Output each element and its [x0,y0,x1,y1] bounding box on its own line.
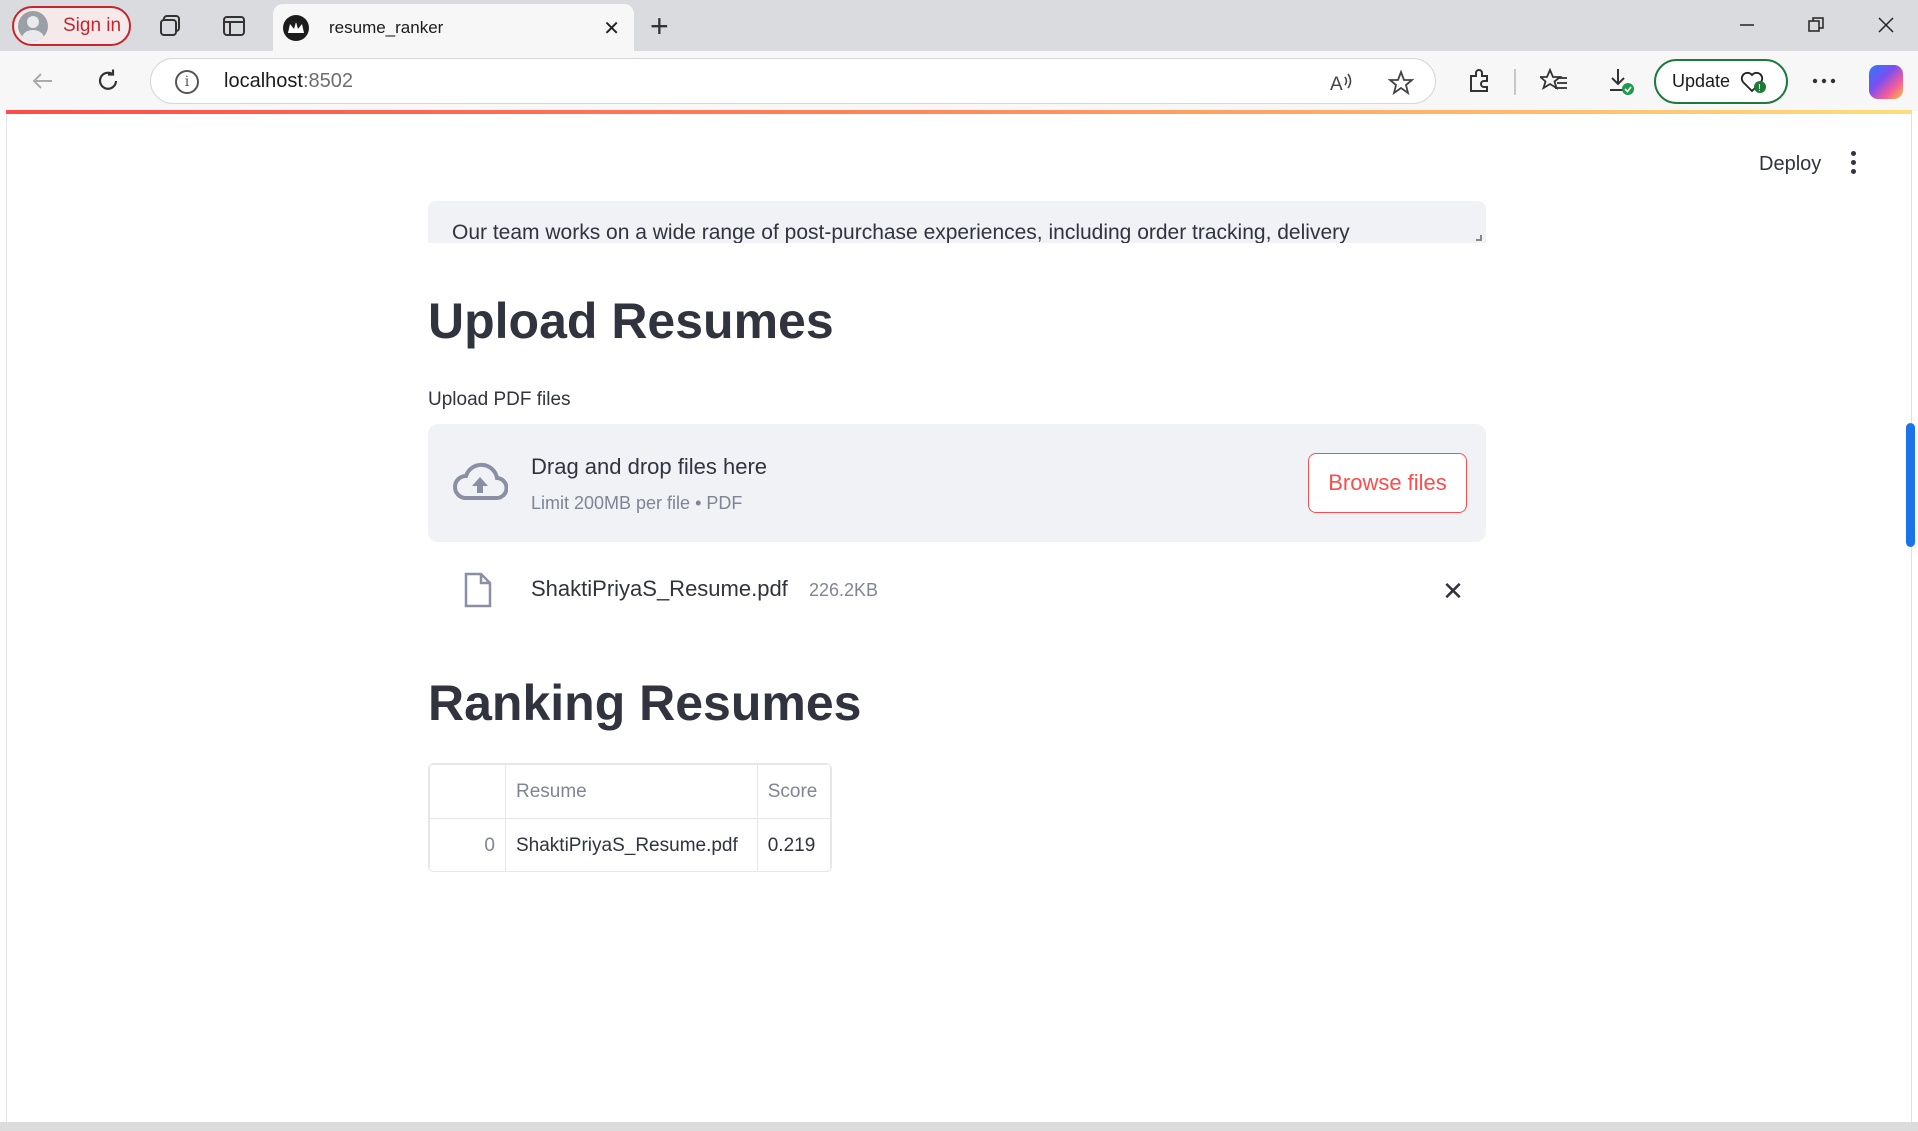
upload-heading: Upload Resumes [428,293,834,349]
tab-title: resume_ranker [329,17,444,37]
window-bottom-border [0,1122,1918,1131]
downloads-icon[interactable] [1604,65,1636,97]
url-port: :8502 [302,70,353,92]
close-window-icon[interactable] [1866,10,1906,40]
app-viewport: Deploy Our team works on a wide range of… [6,114,1912,1122]
ranking-heading: Ranking Resumes [428,675,862,731]
site-info-icon[interactable]: i [175,70,199,94]
toolbar-divider [1514,69,1516,95]
uploaded-file-size: 226.2KB [809,580,879,600]
table-cell-index[interactable]: 0 [429,818,506,871]
minimize-icon[interactable] [1727,10,1767,40]
profile-avatar-icon [18,11,48,41]
remove-file-icon[interactable]: ✕ [1438,576,1468,606]
workspaces-icon[interactable] [155,11,185,41]
tab-close-icon[interactable]: ✕ [603,16,620,41]
read-aloud-icon[interactable]: A [1328,69,1356,97]
main-menu-icon[interactable] [1848,151,1858,177]
table-header-index [429,764,506,819]
new-tab-icon[interactable]: + [650,8,669,45]
streamlit-favicon-icon [283,14,309,41]
refresh-icon[interactable] [92,65,124,97]
sign-in-label: Sign in [63,15,122,36]
url-text: localhost:8502 [224,70,353,93]
resize-handle-icon[interactable] [1476,235,1482,241]
update-button[interactable]: Update ! [1654,59,1788,104]
upload-label: Upload PDF files [428,389,571,410]
uploaded-file-name: ShaktiPriyaS_Resume.pdf [531,576,788,601]
extensions-icon[interactable] [1463,65,1495,97]
ranking-dataframe[interactable]: Resume Score 0 ShaktiPriyaS_Resume.pdf 0… [428,763,832,872]
browser-toolbar: i localhost:8502 A Update ! [0,51,1918,111]
file-icon [464,572,492,608]
table-row: 0 ShaktiPriyaS_Resume.pdf 0.219 [429,818,831,871]
svg-text:A: A [1330,74,1343,95]
table-header-resume[interactable]: Resume [505,764,758,819]
scrollbar-thumb[interactable] [1906,423,1915,547]
table-cell-score[interactable]: 0.219 [756,818,831,871]
copilot-icon[interactable] [1869,65,1903,99]
deploy-button[interactable]: Deploy [1759,153,1821,176]
table-header-score[interactable]: Score [756,764,831,819]
tab-resume-ranker[interactable]: resume_ranker ✕ [273,4,634,51]
settings-more-icon[interactable] [1808,65,1840,97]
address-bar[interactable]: i localhost:8502 A [150,58,1436,104]
table-header-row: Resume Score [429,764,831,819]
uploaded-file-item: ShaktiPriyaS_Resume.pdf 226.2KB ✕ [428,560,1486,620]
favorite-star-icon[interactable] [1387,69,1415,97]
sign-in-button[interactable]: Sign in [12,6,131,46]
cloud-upload-icon [453,462,508,500]
scrollbar-track [1911,114,1912,1122]
job-description-textarea[interactable]: Our team works on a wide range of post-p… [428,201,1486,243]
file-dropzone[interactable]: Drag and drop files here Limit 200MB per… [428,424,1486,542]
job-description-text: Our team works on a wide range of post-p… [452,221,1350,243]
url-host: localhost [224,70,303,92]
back-icon[interactable] [26,65,58,97]
vertical-tabs-icon[interactable] [219,11,249,41]
dropzone-title: Drag and drop files here [531,454,768,479]
svg-text:!: ! [1758,83,1761,94]
restore-icon[interactable] [1796,10,1836,40]
update-label: Update [1672,71,1731,91]
dropzone-limit: Limit 200MB per file • PDF [531,493,743,513]
table-cell-resume[interactable]: ShaktiPriyaS_Resume.pdf [505,818,758,871]
favorites-icon[interactable] [1538,65,1570,97]
browse-files-button[interactable]: Browse files [1308,453,1467,513]
health-heart-icon: ! [1740,70,1767,94]
browser-tab-bar: Sign in resume_ranker ✕ + [0,0,1918,51]
